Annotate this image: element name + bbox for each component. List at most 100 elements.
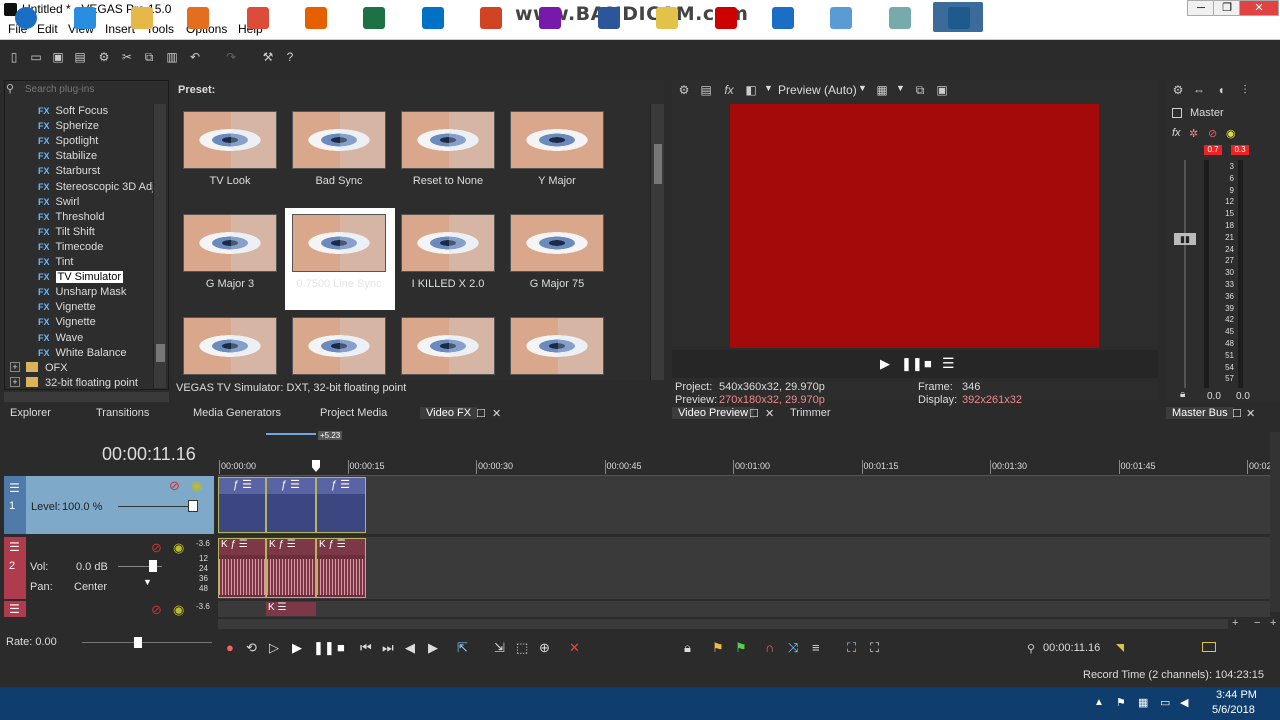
- outlook-icon[interactable]: [407, 2, 457, 32]
- preset-thumbnail[interactable]: [183, 111, 277, 169]
- audio-event[interactable]: K ƒ ☰: [316, 538, 366, 598]
- timeline-vscroll[interactable]: [1270, 432, 1280, 612]
- open-icon[interactable]: ▭: [29, 50, 43, 64]
- calculator-icon[interactable]: [757, 2, 807, 32]
- audio-event[interactable]: K ☰: [266, 602, 316, 616]
- video-event[interactable]: ƒ ☰: [218, 477, 266, 533]
- preset-thumbnail[interactable]: [510, 317, 604, 375]
- next-frame-icon[interactable]: ▶: [428, 640, 438, 656]
- maximize-icon[interactable]: ☐: [749, 407, 759, 420]
- chrome-icon[interactable]: [232, 2, 282, 32]
- plugin-item[interactable]: FX Vignette: [38, 301, 96, 315]
- fx-icon[interactable]: fx: [1172, 127, 1181, 139]
- preview-menu-icon[interactable]: ☰: [942, 355, 955, 372]
- tab-explorer[interactable]: Explorer: [10, 407, 51, 419]
- mute-icon[interactable]: ⊘: [151, 540, 162, 556]
- plugin-item[interactable]: FX Tilt Shift: [38, 226, 95, 240]
- downmix-icon[interactable]: ⇔: [1192, 83, 1206, 97]
- settings-gear-icon[interactable]: ⚙: [677, 83, 691, 97]
- plugin-item[interactable]: FX Swirl: [38, 196, 79, 210]
- expand-ofx-icon[interactable]: +: [10, 362, 20, 372]
- track-menu-icon[interactable]: ☰: [9, 602, 20, 616]
- plugin-item[interactable]: FX Wave: [38, 332, 83, 346]
- close-button[interactable]: ✕: [1239, 0, 1279, 16]
- solo-icon[interactable]: ◉: [173, 540, 184, 556]
- cut-icon[interactable]: ✂: [120, 50, 134, 64]
- audio-track-3-lane[interactable]: [218, 601, 1270, 617]
- video-event[interactable]: ƒ ☰: [266, 477, 316, 533]
- time-selection-bar[interactable]: [266, 433, 316, 435]
- plugin-item[interactable]: FX Soft Focus: [38, 105, 108, 119]
- scrollbar-thumb[interactable]: [654, 144, 662, 184]
- preset-scrollbar[interactable]: [650, 104, 664, 380]
- copy-icon[interactable]: ⧉: [142, 50, 156, 64]
- plugin-item[interactable]: FX Spherize: [38, 120, 99, 134]
- play-icon[interactable]: ▶: [292, 640, 302, 656]
- lock-envelopes-icon[interactable]: ⛶: [847, 640, 856, 656]
- audio-event[interactable]: K ƒ ☰: [266, 538, 316, 598]
- region-icon[interactable]: ⚑: [735, 640, 747, 656]
- media-player-icon[interactable]: [172, 2, 222, 32]
- split-screen-icon[interactable]: ◧: [744, 83, 758, 97]
- minimize-button[interactable]: ─: [1187, 0, 1215, 16]
- paste-icon[interactable]: ▥: [165, 50, 179, 64]
- plugin-item[interactable]: FX Vignette: [38, 316, 96, 330]
- play-icon[interactable]: ▶: [880, 356, 890, 372]
- level-slider-handle[interactable]: [188, 500, 198, 512]
- redo-icon[interactable]: ↷: [224, 50, 238, 64]
- properties-gear-icon[interactable]: ⚙: [97, 50, 111, 64]
- audio-track-lane[interactable]: [218, 537, 1270, 599]
- windows-start-icon[interactable]: [0, 2, 50, 32]
- firefox-icon[interactable]: [290, 2, 340, 32]
- maximize-icon[interactable]: ☐: [476, 407, 486, 420]
- chevron-down-icon[interactable]: ▼: [896, 83, 905, 93]
- copy-snapshot-icon[interactable]: ⧉: [913, 83, 927, 97]
- tab-video-fx[interactable]: Video FX: [420, 407, 478, 419]
- flag-icon[interactable]: ⚑: [1116, 696, 1126, 709]
- preset-thumbnail[interactable]: [401, 317, 495, 375]
- preset-thumbnail[interactable]: [510, 111, 604, 169]
- tab-project-media[interactable]: Project Media: [320, 407, 387, 419]
- event-fx-icon[interactable]: K ƒ ☰: [219, 539, 265, 555]
- preset-thumbnail[interactable]: [401, 111, 495, 169]
- tab-transitions[interactable]: Transitions: [96, 407, 149, 419]
- master-fader-handle[interactable]: ▮▮: [1174, 233, 1196, 245]
- save-icon[interactable]: ▣: [51, 50, 65, 64]
- loop-playback-icon[interactable]: ⟲: [246, 640, 257, 656]
- mute-icon[interactable]: ⊘: [1208, 127, 1217, 140]
- master-checkbox[interactable]: [1172, 108, 1182, 118]
- clock-time[interactable]: 3:44 PM: [1216, 689, 1257, 701]
- restore-button[interactable]: ❐: [1213, 0, 1241, 16]
- stop-icon[interactable]: ■: [924, 356, 932, 371]
- event-fx-icon[interactable]: K ƒ ☰: [317, 539, 365, 555]
- selection-tool-icon[interactable]: ⬚: [516, 640, 528, 656]
- scrollbar-thumb[interactable]: [156, 344, 165, 362]
- timeline-hscroll[interactable]: [218, 619, 1228, 629]
- zoom-out-icon[interactable]: −: [1254, 617, 1260, 629]
- battery-icon[interactable]: ▭: [1160, 696, 1170, 709]
- tray-chevron-icon[interactable]: ▲: [1094, 697, 1104, 708]
- plugin-item[interactable]: FX Unsharp Mask: [38, 286, 126, 300]
- video-event[interactable]: ƒ ☰: [316, 477, 366, 533]
- solo-icon[interactable]: ◉: [191, 478, 202, 494]
- plugin-item[interactable]: FX Stereoscopic 3D Adj: [38, 181, 155, 195]
- powerpoint-icon[interactable]: [465, 2, 515, 32]
- video-track-lane[interactable]: [218, 476, 1270, 534]
- preset-thumbnail[interactable]: [183, 317, 277, 375]
- plugin-item[interactable]: FX Tint: [38, 256, 73, 270]
- prev-frame-icon[interactable]: ◀: [405, 640, 415, 656]
- grid-overlay-icon[interactable]: ▦: [875, 83, 889, 97]
- screen-recorder-icon[interactable]: [700, 2, 750, 32]
- pause-icon[interactable]: ❚❚: [313, 640, 335, 656]
- project-properties-icon[interactable]: ▤: [699, 83, 713, 97]
- clock-date[interactable]: 5/6/2018: [1212, 704, 1255, 716]
- plugin-search[interactable]: ⚲ Search plug-ins: [6, 82, 164, 98]
- solo-icon[interactable]: ◉: [173, 602, 184, 618]
- ripple-mode-icon[interactable]: ≡: [812, 640, 820, 655]
- vol-slider-handle[interactable]: [149, 560, 157, 572]
- zoom-tool-icon[interactable]: ⊕: [539, 640, 550, 656]
- preset-thumbnail[interactable]: [292, 111, 386, 169]
- tab-media-generators[interactable]: Media Generators: [193, 407, 281, 419]
- audio-event[interactable]: K ƒ ☰: [218, 538, 266, 598]
- rate-slider-handle[interactable]: [134, 637, 142, 648]
